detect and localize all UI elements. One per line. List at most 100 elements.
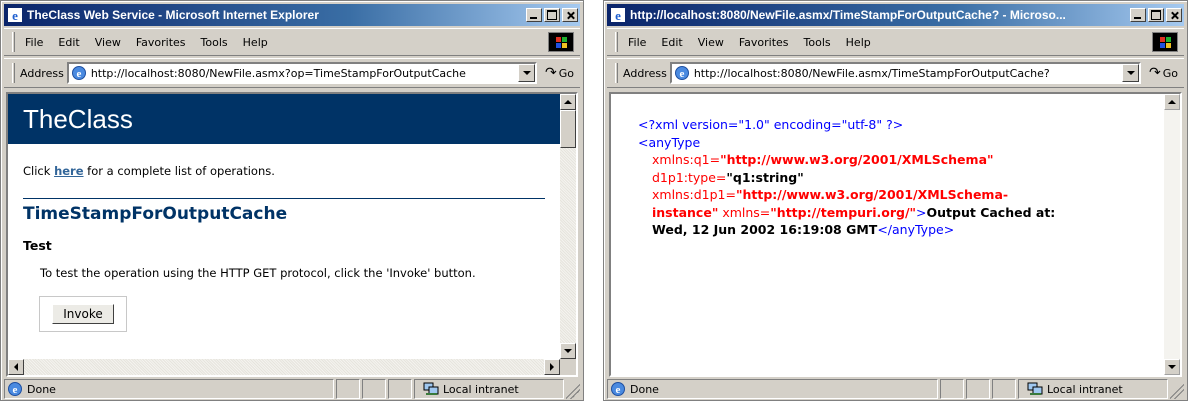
xml-open-tag: <anyType: [638, 134, 701, 150]
menu-help[interactable]: Help: [243, 36, 268, 49]
go-label: Go: [1162, 66, 1178, 80]
close-button[interactable]: [1166, 8, 1182, 22]
menu-file[interactable]: File: [25, 36, 43, 49]
status-main: e Done: [607, 379, 938, 399]
svg-text:e: e: [76, 68, 81, 80]
address-dropdown-button[interactable]: [1122, 64, 1139, 82]
menu-favorites[interactable]: Favorites: [136, 36, 186, 49]
address-dropdown-button[interactable]: [518, 64, 535, 82]
svg-text:e: e: [12, 8, 18, 23]
status-cell: [992, 379, 1016, 399]
page-viewport: TheClass Click here for a complete list …: [6, 92, 578, 377]
security-zone: Local intranet: [414, 379, 564, 399]
invoke-frame: Invoke: [39, 296, 127, 332]
minimize-button[interactable]: [1130, 8, 1146, 22]
invoke-button[interactable]: Invoke: [52, 304, 114, 324]
scroll-corner: [560, 359, 576, 375]
vertical-scrollbar[interactable]: [1164, 94, 1180, 375]
status-text: Done: [27, 382, 56, 396]
menu-bar: File Edit View Favorites Tools Help: [607, 28, 1184, 56]
ie-icon: e: [611, 8, 625, 23]
scroll-down-button[interactable]: [1164, 359, 1180, 375]
operations-list-link[interactable]: here: [54, 164, 83, 178]
zone-label: Local intranet: [443, 382, 519, 396]
menu-edit[interactable]: Edit: [58, 36, 79, 49]
address-bar: Address e http://localhost:8080/NewFile.…: [4, 58, 580, 88]
xml-document: <?xml version="1.0" encoding="utf-8" ?> …: [638, 116, 1055, 239]
zone-label: Local intranet: [1047, 382, 1123, 396]
xml-attr-name: xmlns:q1=: [652, 152, 721, 167]
close-button[interactable]: [562, 8, 578, 22]
toolbar-grip[interactable]: [12, 63, 15, 83]
status-cell: [362, 379, 386, 399]
scroll-right-button[interactable]: [544, 359, 560, 375]
toolbar-grip[interactable]: [615, 63, 618, 83]
status-text: Done: [630, 382, 659, 396]
ie-window-xml-result: e http://localhost:8080/NewFile.asmx/Tim…: [603, 0, 1188, 401]
maximize-button[interactable]: [544, 8, 560, 22]
scroll-up-button[interactable]: [1164, 94, 1180, 110]
page-header: TheClass: [8, 94, 560, 144]
title-bar[interactable]: e http://localhost:8080/NewFile.asmx/Tim…: [607, 4, 1184, 26]
page-viewport: <?xml version="1.0" encoding="utf-8" ?> …: [609, 92, 1182, 377]
ie-window-theclass: e TheClass Web Service - Microsoft Inter…: [0, 0, 584, 401]
maximize-button[interactable]: [1148, 8, 1164, 22]
security-zone: Local intranet: [1018, 379, 1168, 399]
click-prefix: Click: [23, 164, 55, 178]
menu-edit[interactable]: Edit: [661, 36, 682, 49]
svg-text:e: e: [616, 384, 621, 396]
xml-text-content: Wed, 12 Jun 2002 16:19:08 GMT: [652, 222, 878, 237]
svg-text:e: e: [679, 68, 684, 80]
toolbar-grip[interactable]: [615, 32, 618, 52]
address-url: http://localhost:8080/NewFile.asmx/TimeS…: [693, 66, 1050, 80]
page-done-icon: e: [611, 382, 625, 396]
ie-icon: e: [8, 8, 22, 23]
horizontal-scrollbar[interactable]: [8, 359, 560, 375]
menu-file[interactable]: File: [628, 36, 646, 49]
divider: [23, 198, 545, 199]
page-icon: e: [674, 66, 689, 80]
menu-tools[interactable]: Tools: [804, 36, 831, 49]
xml-attr-value: "http://www.w3.org/2001/XMLSchema": [720, 152, 994, 167]
xml-attr-name: xmlns:d1p1=: [652, 187, 736, 202]
scroll-left-button[interactable]: [8, 359, 24, 375]
status-cell: [966, 379, 990, 399]
page-body: Click here for a complete list of operat…: [8, 144, 560, 359]
xml-bracket: >: [916, 204, 927, 220]
address-input[interactable]: e http://localhost:8080/NewFile.asmx/Tim…: [669, 62, 1141, 84]
xml-attr-value: instance": [652, 204, 719, 220]
status-cell: [388, 379, 412, 399]
resize-grip[interactable]: [566, 379, 580, 399]
operations-list-text: Click here for a complete list of operat…: [23, 164, 545, 178]
toolbar-grip[interactable]: [12, 32, 15, 52]
status-cell: [940, 379, 964, 399]
menu-favorites[interactable]: Favorites: [739, 36, 789, 49]
address-input[interactable]: e http://localhost:8080/NewFile.asmx?op=…: [66, 62, 537, 84]
scroll-down-button[interactable]: [560, 343, 576, 359]
local-intranet-icon: [1027, 382, 1043, 395]
vertical-scrollbar[interactable]: [560, 94, 576, 359]
test-heading: Test: [23, 238, 52, 253]
scroll-thumb[interactable]: [560, 110, 576, 148]
menu-tools[interactable]: Tools: [201, 36, 228, 49]
xml-close-tag: </anyType>: [877, 222, 955, 237]
windows-logo-icon: [548, 32, 574, 52]
go-button[interactable]: ↷ Go: [545, 65, 574, 81]
go-button[interactable]: ↷ Go: [1149, 65, 1178, 81]
window-title: TheClass Web Service - Microsoft Interne…: [27, 8, 319, 22]
menu-view[interactable]: View: [95, 36, 121, 49]
scroll-up-button[interactable]: [560, 94, 576, 110]
xml-attr-value: "http://www.w3.org/2001/XMLSchema-: [735, 187, 1009, 202]
go-arrow-icon: ↷: [545, 65, 557, 81]
resize-grip[interactable]: [1170, 379, 1184, 399]
xml-attr-value: "q1:string": [726, 169, 804, 185]
svg-text:e: e: [615, 8, 621, 23]
local-intranet-icon: [423, 382, 439, 395]
status-main: e Done: [4, 379, 334, 399]
menu-help[interactable]: Help: [846, 36, 871, 49]
menu-view[interactable]: View: [698, 36, 724, 49]
status-cell: [336, 379, 360, 399]
address-label: Address: [623, 66, 667, 80]
title-bar[interactable]: e TheClass Web Service - Microsoft Inter…: [4, 4, 580, 26]
minimize-button[interactable]: [526, 8, 542, 22]
